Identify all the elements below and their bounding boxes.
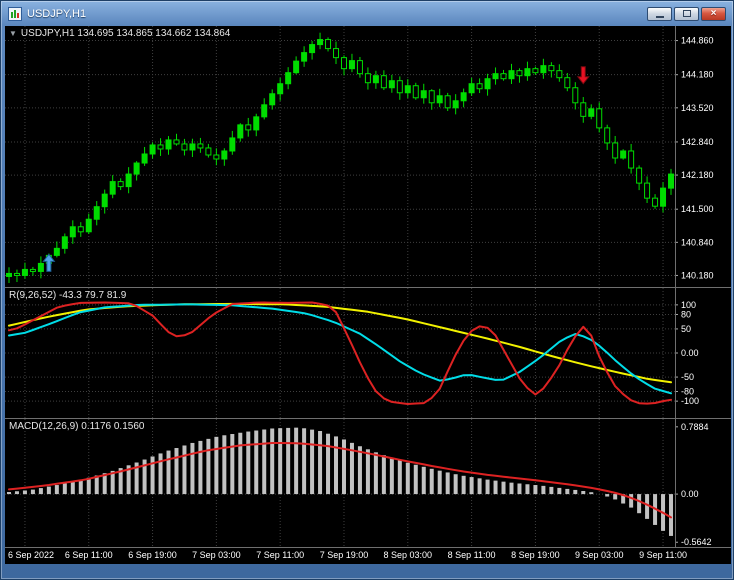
oscillator-line-short (8, 301, 672, 405)
time-axis-label: 7 Sep 03:00 (192, 550, 241, 560)
window-title: USDJPY,H1 (27, 7, 87, 20)
time-axis-label: 9 Sep 11:00 (639, 550, 687, 560)
svg-text:-100: -100 (681, 396, 699, 406)
window-titlebar[interactable]: USDJPY,H1 × (6, 3, 728, 24)
time-axis-label: 9 Sep 03:00 (574, 550, 624, 560)
macd-panel[interactable]: MACD(12,26,9) 0.1176 0.1560 0.7884 0.00 -0… (5, 419, 731, 547)
oscillator-chart[interactable]: 10080 50 0.00 -50 -80-100 (5, 288, 731, 418)
oscillator-line-mid (8, 303, 672, 395)
macd-chart[interactable]: 0.7884 0.00 -0.5642 (5, 419, 731, 547)
price-axis[interactable]: 144.860 144.180 143.520 142.840 142.180 141.5… (675, 36, 714, 281)
time-axis-label: 7 Sep 11:00 (256, 550, 305, 560)
svg-text:0.7884: 0.7884 (681, 422, 709, 432)
main-chart-panel[interactable]: ▼ USDJPY,H1 134.695 134.865 134.662 134.… (5, 26, 731, 287)
macd-axis[interactable]: 0.7884 0.00 -0.5642 (675, 422, 712, 547)
maximize-button[interactable] (674, 6, 699, 21)
svg-text:142.180: 142.180 (681, 170, 714, 180)
svg-text:0.00: 0.00 (681, 489, 699, 499)
time-axis-label: 6 Sep 19:00 (128, 550, 177, 560)
candlestick-chart[interactable]: 144.860 144.180 143.520 142.840 142.180 141.5… (5, 26, 731, 287)
svg-text:-50: -50 (681, 372, 694, 382)
chart-shift-marker-icon[interactable]: ▼ (9, 29, 17, 38)
svg-text:142.840: 142.840 (681, 137, 714, 147)
svg-text:144.180: 144.180 (681, 70, 714, 80)
app-icon[interactable] (8, 6, 22, 21)
time-axis-label: 6 Sep 11:00 (64, 550, 113, 560)
svg-text:141.500: 141.500 (681, 204, 714, 214)
sell-arrow-object[interactable] (576, 66, 590, 85)
maximize-icon (682, 10, 691, 17)
oscillator-panel[interactable]: R(9,26,52) -43.3 79.7 81.9 100 80 50 0.00 -5… (5, 288, 731, 418)
svg-text:50: 50 (681, 324, 691, 334)
buy-arrow-object[interactable] (42, 253, 56, 272)
window-controls: × (647, 6, 726, 21)
svg-text:100: 100 (681, 300, 696, 310)
chart-client-area: ▼ USDJPY,H1 134.695 134.865 134.662 134.… (5, 26, 731, 564)
svg-text:140.180: 140.180 (681, 270, 714, 280)
time-axis-label: 8 Sep 03:00 (383, 550, 433, 560)
minimize-icon (655, 15, 664, 18)
macd-signal-line (8, 442, 672, 519)
time-axis-label: 8 Sep 19:00 (511, 550, 560, 560)
svg-text:0.00: 0.00 (681, 348, 699, 358)
close-icon: × (710, 7, 717, 19)
macd-label: MACD(12,26,9) 0.1176 0.1560 (9, 421, 145, 432)
time-axis-label: 6 Sep 2022 (8, 550, 55, 560)
ohlc-label: ▼ USDJPY,H1 134.695 134.865 134.662 134.… (9, 28, 230, 39)
mt4-chart-window: USDJPY,H1 × ▼ USDJPY,H1 134.695 134.865 … (0, 0, 734, 580)
macd-histogram (6, 427, 674, 536)
svg-text:143.520: 143.520 (681, 103, 714, 113)
time-axis-label: 7 Sep 19:00 (319, 550, 369, 560)
svg-text:-80: -80 (681, 387, 694, 397)
candlestick-series (5, 32, 675, 283)
time-axis[interactable]: 6 Sep 2022 6 Sep 11:00 6 Sep 19:00 7 Sep 03… (5, 547, 731, 564)
oscillator-axis[interactable]: 10080 50 0.00 -50 -80-100 (675, 300, 699, 406)
time-axis-label: 8 Sep 11:00 (447, 550, 496, 560)
svg-text:140.840: 140.840 (681, 237, 714, 247)
minimize-button[interactable] (647, 6, 672, 21)
ohlc-text: USDJPY,H1 134.695 134.865 134.662 134.86… (20, 28, 231, 39)
oscillator-label: R(9,26,52) -43.3 79.7 81.9 (9, 290, 127, 301)
price-gridlines (5, 40, 675, 276)
svg-text:144.860: 144.860 (681, 36, 714, 46)
svg-text:-0.5642: -0.5642 (681, 537, 712, 547)
svg-text:80: 80 (681, 309, 691, 319)
close-button[interactable]: × (701, 6, 726, 21)
